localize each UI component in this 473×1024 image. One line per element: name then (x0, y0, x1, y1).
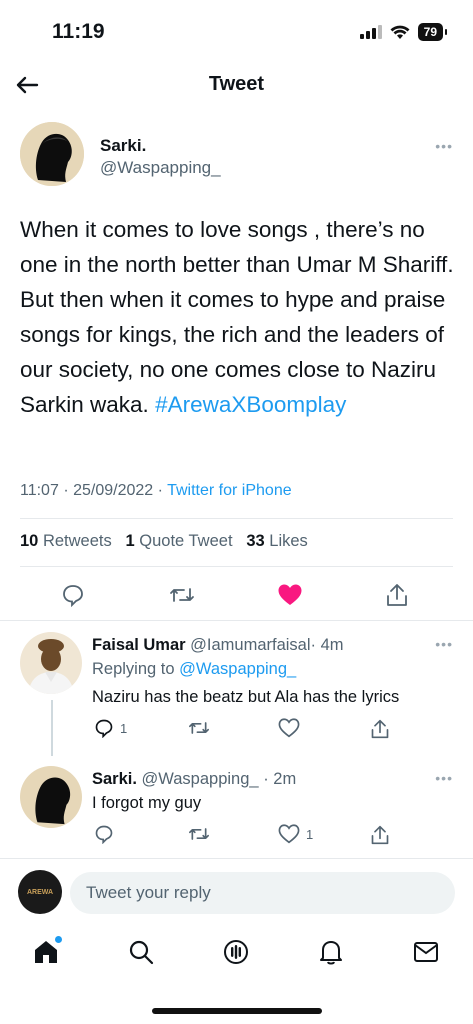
reply-author-handle[interactable]: @Iamumarfaisal (190, 636, 310, 654)
retweet-icon[interactable] (167, 580, 197, 610)
reply-actions: 1 (92, 824, 453, 852)
more-options-icon[interactable]: ••• (435, 770, 453, 786)
tab-notifications[interactable] (315, 936, 347, 968)
reply-text: Naziru has the beatz but Ala has the lyr… (92, 688, 400, 706)
bottom-tab-bar (0, 930, 473, 976)
reply-text: I forgot my guy (92, 794, 202, 812)
notification-dot (55, 936, 62, 943)
reply-author-name[interactable]: Faisal Umar (92, 636, 186, 654)
reply-author-handle[interactable]: @Waspapping_ (142, 770, 259, 788)
signal-icon (359, 25, 382, 39)
avatar[interactable] (20, 766, 82, 828)
reply-actions: 1 (92, 718, 453, 746)
more-options-icon[interactable]: ••• (435, 138, 453, 154)
spaces-icon (224, 940, 248, 964)
reply-header: Faisal Umar @Iamumarfaisal· 4m (92, 636, 344, 655)
reply-button[interactable] (94, 824, 120, 844)
reply-header: Sarki. @Waspapping_ · 2m (92, 770, 296, 789)
reply-age: · 2m (263, 770, 297, 788)
heart-icon (278, 824, 300, 844)
reply-icon (95, 719, 113, 738)
reply-count: 1 (120, 720, 128, 736)
thread-line (51, 700, 53, 756)
home-indicator (152, 1008, 322, 1014)
tab-home[interactable] (30, 936, 62, 968)
tweet-actions (20, 578, 453, 612)
tab-search[interactable] (125, 936, 157, 968)
tweet-body: When it comes to love songs , there’s no… (20, 217, 454, 417)
like-button[interactable] (278, 718, 306, 738)
retweet-button[interactable] (188, 718, 210, 738)
status-bar: 11:19 79 (0, 0, 473, 62)
reply-icon (95, 825, 113, 844)
messages-icon (414, 942, 438, 962)
tweet-meta: 11:07 · 25/09/2022 · Twitter for iPhone (20, 482, 292, 500)
meta-separator: · (63, 482, 69, 499)
divider (20, 566, 453, 567)
tweet-stats: 10 Retweets 1 Quote Tweet 33 Likes (20, 532, 308, 551)
notifications-icon (320, 941, 342, 965)
reply-item[interactable]: Sarki. @Waspapping_ · 2m ••• I forgot my… (20, 766, 453, 848)
heart-icon (278, 718, 300, 738)
tweet-author: Sarki. @Waspapping_ ••• (20, 122, 453, 192)
reply-item[interactable]: Faisal Umar @Iamumarfaisal· 4m ••• Reply… (20, 632, 453, 744)
likes-stat[interactable]: 33 Likes (246, 532, 307, 550)
status-time: 11:19 (52, 20, 105, 43)
reply-author-name[interactable]: Sarki. (92, 770, 137, 788)
replying-to: Replying to @Waspapping_ (92, 660, 296, 679)
avatar[interactable]: AREWA (18, 870, 62, 914)
divider (0, 620, 473, 621)
more-options-icon[interactable]: ••• (435, 636, 453, 652)
page-header: Tweet (0, 62, 473, 108)
quotes-stat[interactable]: 1 Quote Tweet (126, 532, 233, 550)
share-button[interactable] (370, 824, 390, 846)
share-button[interactable] (370, 718, 390, 740)
battery-indicator: 79 (417, 23, 448, 41)
page-title: Tweet (208, 73, 265, 95)
status-icons: 79 (359, 23, 448, 41)
tab-messages[interactable] (410, 936, 442, 968)
like-icon-filled[interactable] (275, 580, 305, 610)
share-icon (371, 825, 389, 845)
avatar[interactable] (20, 122, 84, 186)
retweet-button[interactable] (188, 824, 210, 844)
divider (0, 858, 473, 859)
meta-separator: · (157, 482, 163, 499)
retweets-stat[interactable]: 10 Retweets (20, 532, 112, 550)
tweet-time: 11:07 (20, 482, 59, 499)
author-handle[interactable]: @Waspapping_ (100, 158, 221, 178)
reply-composer: AREWA (18, 870, 455, 914)
wifi-icon (390, 25, 410, 39)
like-count: 1 (306, 826, 314, 842)
replying-prefix: Replying to (92, 660, 175, 678)
share-icon (371, 719, 389, 739)
reply-age: · 4m (310, 636, 344, 654)
like-button[interactable]: 1 (278, 824, 313, 844)
replying-to-link[interactable]: @Waspapping_ (179, 660, 296, 678)
share-icon[interactable] (382, 580, 412, 610)
divider (20, 518, 453, 519)
reply-icon[interactable] (58, 580, 88, 610)
tweet-text: When it comes to love songs , there’s no… (20, 212, 457, 422)
reply-input[interactable] (70, 872, 455, 914)
tweet-date: 25/09/2022 (73, 482, 154, 499)
search-icon (129, 940, 154, 965)
author-name[interactable]: Sarki. (100, 136, 146, 156)
hashtag-link[interactable]: #ArewaXBoomplay (155, 392, 346, 417)
tweet-source-link[interactable]: Twitter for iPhone (167, 482, 292, 499)
reply-button[interactable]: 1 (94, 718, 127, 738)
tab-spaces[interactable] (220, 936, 252, 968)
avatar[interactable] (20, 632, 82, 694)
retweet-icon (188, 828, 209, 840)
retweet-icon (188, 722, 209, 734)
